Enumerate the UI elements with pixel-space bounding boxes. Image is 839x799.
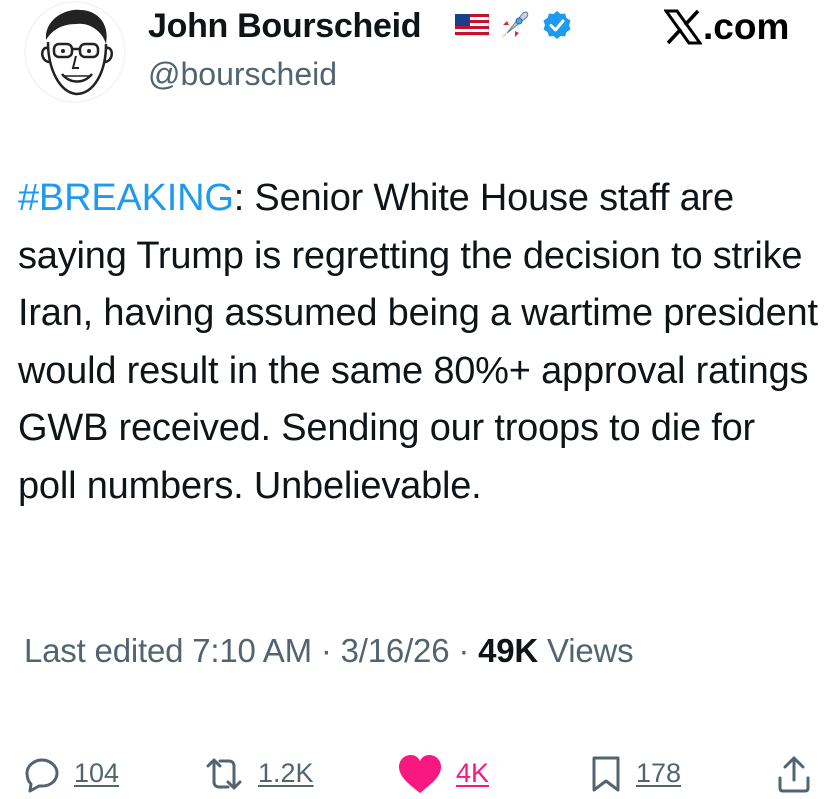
verified-badge-icon (541, 9, 573, 46)
reply-count: 104 (74, 758, 120, 788)
reply-icon (25, 758, 59, 792)
tweet-meta: Last edited 7:10 AM · 3/16/26 · 49K View… (24, 628, 634, 674)
tweet-time[interactable]: 7:10 AM (192, 632, 312, 669)
bookmark-icon (592, 756, 620, 791)
heart-icon (399, 754, 441, 793)
x-logo-icon (664, 9, 702, 45)
bookmark-count: 178 (636, 758, 682, 788)
tweet-text: #BREAKING: Senior White House staff are … (18, 170, 818, 515)
edited-label[interactable]: Last edited (24, 632, 183, 669)
avatar[interactable] (18, 0, 132, 104)
rocket-icon (497, 7, 533, 48)
repost-icon (206, 758, 242, 789)
author-handle[interactable]: @bourscheid (148, 54, 337, 94)
share-button[interactable] (774, 748, 814, 799)
hashtag-link[interactable]: #BREAKING (18, 177, 234, 219)
repost-count: 1.2K (258, 758, 314, 788)
repost-button[interactable]: 1.2K (202, 748, 314, 799)
views-count: 49K (478, 632, 539, 669)
bookmark-button[interactable]: 178 (588, 748, 681, 799)
like-count: 4K (456, 758, 490, 788)
meta-separator: · (449, 632, 479, 669)
source-label-text: .com (703, 6, 790, 47)
name-badges (454, 9, 573, 46)
reply-button[interactable]: 104 (22, 748, 119, 799)
views-label: Views (547, 632, 634, 669)
source-label: .com (664, 6, 789, 48)
avatar-illustration (24, 1, 126, 103)
display-name[interactable]: John Bourscheid (148, 6, 422, 46)
like-button[interactable]: 4K (396, 748, 489, 799)
us-flag-icon (454, 13, 490, 41)
tweet-date[interactable]: 3/16/26 (341, 632, 450, 669)
meta-separator: · (311, 632, 341, 669)
share-icon (778, 756, 810, 792)
action-bar: 104 1.2K 4K 178 (0, 748, 839, 799)
tweet-body: : Senior White House staff are saying Tr… (18, 177, 818, 507)
